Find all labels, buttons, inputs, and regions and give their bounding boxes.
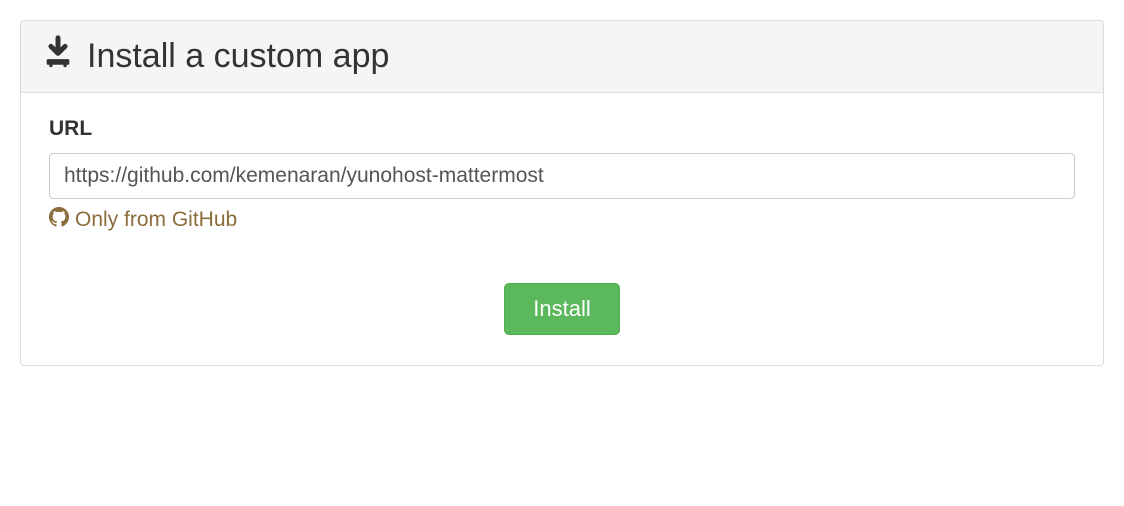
help-text-label: Only from GitHub [75,208,237,232]
url-input[interactable] [49,153,1075,199]
panel-title-text: Install a custom app [87,37,389,76]
download-icon [41,35,75,78]
button-row: Install [49,283,1075,335]
url-label: URL [49,117,1075,141]
install-custom-app-panel: Install a custom app URL Only from GitHu… [20,20,1104,366]
panel-header: Install a custom app [21,21,1103,93]
install-button[interactable]: Install [504,283,619,335]
github-icon [49,207,69,233]
panel-title: Install a custom app [41,35,1083,78]
panel-body: URL Only from GitHub Install [21,93,1103,365]
help-text: Only from GitHub [49,207,1075,233]
